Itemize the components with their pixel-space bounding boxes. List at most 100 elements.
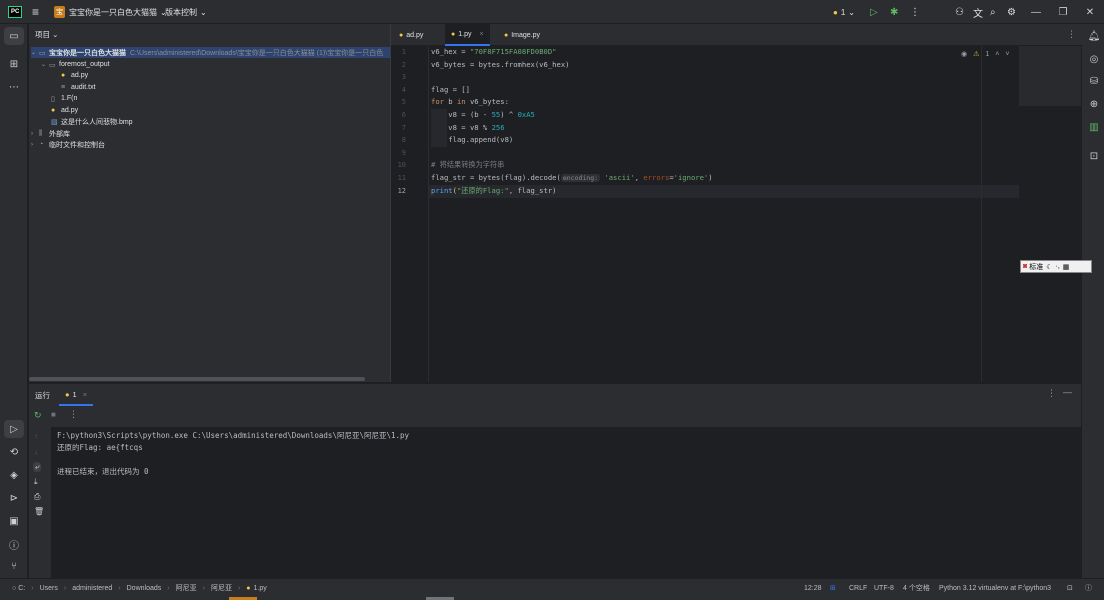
code-line-6[interactable]: v8 = (b - 55) ^ 0xA5: [431, 109, 535, 122]
close-icon[interactable]: ✕: [1076, 0, 1104, 24]
tree-item-external-libs[interactable]: › ⫼ 外部库: [31, 128, 70, 139]
code-line-1[interactable]: v6_hex = "70F8F715FA08FD0B0D": [431, 46, 557, 59]
status-bar: ○ C: › Users › administered › Downloads …: [0, 578, 1104, 600]
folder-icon[interactable]: ▭: [4, 27, 24, 45]
soft-wrap-icon[interactable]: ⤶: [33, 462, 42, 472]
layers-icon[interactable]: ◈: [4, 466, 24, 484]
breadcrumb-item[interactable]: 阿尼亚: [176, 583, 197, 593]
minimize-icon[interactable]: —: [1022, 0, 1050, 24]
code-line-8[interactable]: flag.append(v8): [431, 134, 513, 147]
breadcrumb-item[interactable]: 阿尼亚: [211, 583, 232, 593]
inlay-hint: encoding:: [560, 174, 601, 182]
user-icon[interactable]: ⚇: [955, 0, 964, 24]
chevron-right-icon: ›: [237, 584, 241, 592]
debug-icon[interactable]: ✱: [890, 0, 898, 24]
hamburger-icon[interactable]: ≡: [32, 0, 39, 24]
more-icon[interactable]: ⋮: [69, 409, 78, 420]
tab-1-py[interactable]: ● 1.py ×: [445, 24, 490, 46]
console-output[interactable]: F:\python3\Scripts\python.exe C:\Users\a…: [51, 427, 1081, 579]
ime-toolbar[interactable]: ◙ 标准 ☾ ·, ▦: [1020, 260, 1092, 273]
python-packages-icon[interactable]: ⊕: [1084, 95, 1104, 113]
database-icon[interactable]: ⛁: [1084, 72, 1104, 90]
python-interpreter[interactable]: Python 3.12 virtualenv at F:\python3: [939, 579, 1051, 597]
restore-icon[interactable]: ❐: [1049, 0, 1077, 24]
minimap[interactable]: [1019, 46, 1081, 106]
problems-icon[interactable]: ⓘ: [4, 535, 24, 553]
project-panel-header[interactable]: 项目 ⌄: [35, 29, 58, 40]
tab-image-py[interactable]: ● Image.py: [498, 24, 546, 46]
more-icon[interactable]: ⋮: [1067, 29, 1076, 40]
print-icon[interactable]: ⎙: [34, 492, 40, 502]
scroll-down-icon[interactable]: ↓: [34, 447, 38, 456]
chart-icon[interactable]: ▥: [1084, 118, 1104, 136]
horizontal-scrollbar[interactable]: [29, 377, 365, 381]
settings-icon[interactable]: ⚙: [1007, 0, 1016, 24]
lock-icon[interactable]: ⊡: [1067, 579, 1073, 597]
run-tab-1[interactable]: ● 1 ×: [59, 384, 94, 406]
code-line-7[interactable]: v8 = v8 % 256: [431, 122, 504, 135]
breadcrumb-item[interactable]: 1.py: [254, 585, 267, 592]
breadcrumb-item[interactable]: Users: [40, 585, 58, 592]
tree-item-label: 临时文件和控制台: [49, 141, 105, 149]
stop-icon[interactable]: ■: [51, 410, 56, 419]
app-logo[interactable]: PC: [8, 0, 23, 24]
translate-icon[interactable]: 文: [973, 0, 983, 24]
tab-ad-py[interactable]: ● ad.py: [393, 24, 429, 46]
notifications-icon[interactable]: 🔔︎: [1084, 27, 1104, 45]
chevron-right-icon: ›: [31, 130, 33, 137]
minimize-panel-icon[interactable]: —: [1063, 387, 1072, 397]
cursor-position[interactable]: 12:28: [804, 579, 822, 597]
scroll-to-end-icon[interactable]: ⤓: [34, 477, 38, 487]
breadcrumb-item[interactable]: administered: [72, 585, 112, 592]
indent-setting[interactable]: 4 个空格: [903, 579, 930, 597]
close-icon[interactable]: ×: [479, 31, 483, 38]
ai-assistant-icon[interactable]: ◎: [1084, 50, 1104, 68]
line-number: 4: [401, 85, 406, 94]
code-token: flag = []: [431, 84, 470, 94]
more-icon[interactable]: ⋮: [1047, 388, 1056, 399]
project-switcher[interactable]: 宝 宝宝你是一只白色大猫猫 ⌄: [54, 0, 167, 24]
code-token: flag_str = bytes(flag).decode(: [431, 173, 561, 182]
file-encoding[interactable]: UTF-8: [874, 579, 894, 597]
code-line-2[interactable]: v6_bytes = bytes.fromhex(v6_hex): [431, 59, 569, 72]
tree-item-scratches[interactable]: › ◔ 临时文件和控制台: [31, 139, 105, 150]
python-icon: ●: [61, 72, 66, 79]
terminal-icon[interactable]: ▣: [4, 512, 24, 530]
line-ending[interactable]: CRLF: [849, 579, 867, 597]
image-icon: ▨: [51, 118, 58, 126]
more-icon[interactable]: ⋯: [4, 78, 24, 96]
vcs-menu[interactable]: 版本控制 ⌄: [165, 0, 207, 24]
more-icon[interactable]: ⋮: [910, 0, 920, 24]
trash-icon[interactable]: 🗑︎: [34, 507, 44, 516]
scroll-up-icon[interactable]: ↑: [34, 432, 38, 441]
python-console-icon[interactable]: ⟲: [4, 443, 24, 461]
breadcrumb-item[interactable]: Downloads: [127, 585, 162, 592]
info-icon[interactable]: ⓘ: [1085, 579, 1092, 597]
close-icon[interactable]: ×: [83, 390, 87, 399]
tree-item-ad-py-2[interactable]: ● ad.py: [51, 105, 78, 116]
tree-item-foremost-output[interactable]: ⌄ ▭ foremost_output: [41, 59, 110, 70]
run-icon[interactable]: ▷: [4, 420, 24, 438]
services-icon[interactable]: ⊳: [4, 489, 24, 507]
line-number: 1: [401, 48, 406, 56]
sciview-icon[interactable]: ⊡: [1084, 147, 1104, 165]
tree-item-1-fn[interactable]: ▯ 1.F(n: [51, 93, 77, 104]
tree-item-bmp[interactable]: ▨ 这是什么人间悲物.bmp: [51, 116, 133, 127]
run-config-selector[interactable]: ● 1 ⌄: [833, 0, 855, 24]
rerun-icon[interactable]: ↻: [34, 410, 42, 421]
breadcrumb-item[interactable]: C:: [18, 585, 25, 592]
structure-icon[interactable]: ⊞: [4, 55, 24, 73]
git-icon[interactable]: ⑂: [4, 557, 24, 575]
chevron-right-icon: ›: [31, 141, 33, 148]
inspection-widget[interactable]: ◉ ⚠ 1 ˄ ˅: [961, 50, 1009, 59]
tree-item-audit-txt[interactable]: ≡ audit.txt: [61, 82, 96, 93]
code-line-12[interactable]: print("还原的Flag:", flag_str): [431, 185, 556, 198]
code-line-11[interactable]: flag_str = bytes(flag).decode(encoding: …: [431, 172, 713, 185]
code-line-10[interactable]: # 将结果转换为字符串: [431, 159, 504, 172]
run-icon[interactable]: ▷: [870, 0, 878, 24]
tree-item-ad-py[interactable]: ● ad.py: [61, 70, 88, 81]
tree-item-root[interactable]: ⌄ ▭ 宝宝你是一只白色大猫猫 C:\Users\administered\Do…: [31, 47, 390, 58]
code-line-5[interactable]: for b in v6_bytes:: [431, 96, 509, 109]
search-icon[interactable]: ⌕: [990, 0, 996, 24]
code-line-4[interactable]: flag = []: [431, 84, 470, 97]
